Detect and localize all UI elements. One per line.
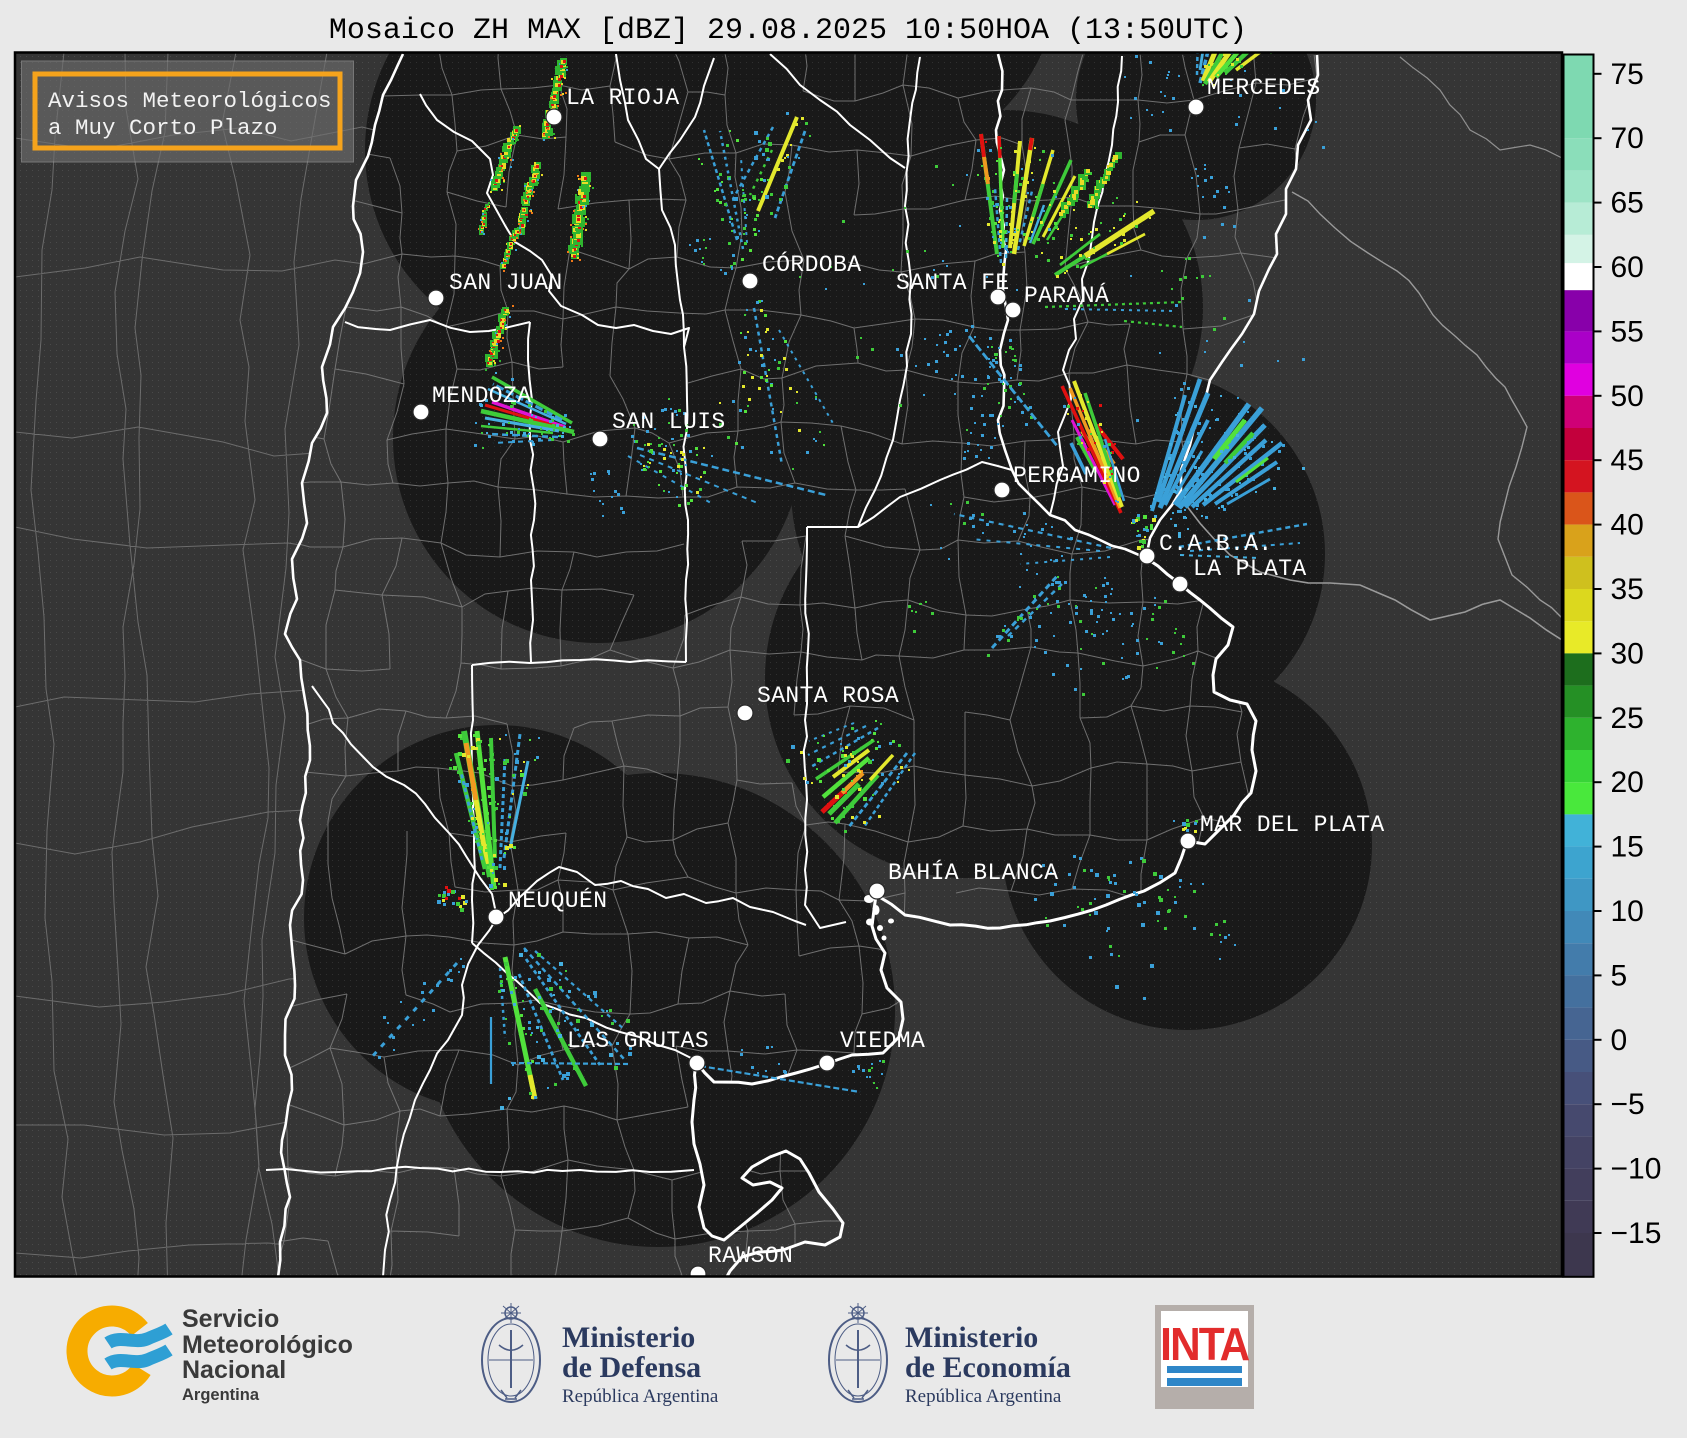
svg-text:50: 50 xyxy=(1611,380,1644,413)
svg-text:NEUQUÉN: NEUQUÉN xyxy=(508,887,607,914)
svg-text:Avisos Meteorológicos: Avisos Meteorológicos xyxy=(48,88,332,114)
svg-text:10: 10 xyxy=(1611,895,1644,928)
svg-text:SANTA ROSA: SANTA ROSA xyxy=(757,683,899,709)
svg-text:20: 20 xyxy=(1611,766,1644,799)
svg-text:República Argentina: República Argentina xyxy=(905,1386,1062,1407)
svg-text:MERCEDES: MERCEDES xyxy=(1207,75,1321,101)
svg-text:65: 65 xyxy=(1611,187,1644,220)
svg-text:0: 0 xyxy=(1611,1024,1628,1057)
svg-text:60: 60 xyxy=(1611,251,1644,284)
svg-text:70: 70 xyxy=(1611,122,1644,155)
svg-text:15: 15 xyxy=(1611,831,1644,864)
svg-text:SANTA FE: SANTA FE xyxy=(896,270,1010,296)
svg-text:PERGAMINO: PERGAMINO xyxy=(1013,463,1141,489)
svg-text:55: 55 xyxy=(1611,315,1644,348)
svg-text:75: 75 xyxy=(1611,58,1644,91)
svg-text:Servicio: Servicio xyxy=(182,1305,279,1333)
svg-text:5: 5 xyxy=(1611,959,1628,992)
svg-text:−15: −15 xyxy=(1611,1217,1662,1250)
svg-text:MAR DEL PLATA: MAR DEL PLATA xyxy=(1200,812,1385,838)
svg-text:C.A.B.A.: C.A.B.A. xyxy=(1159,531,1273,557)
svg-text:de Economía: de Economía xyxy=(905,1351,1071,1384)
svg-text:35: 35 xyxy=(1611,573,1644,606)
svg-text:SAN LUIS: SAN LUIS xyxy=(612,409,726,435)
svg-text:LA RIOJA: LA RIOJA xyxy=(566,85,680,111)
svg-text:25: 25 xyxy=(1611,702,1644,735)
svg-text:−5: −5 xyxy=(1611,1088,1645,1121)
svg-text:CÓRDOBA: CÓRDOBA xyxy=(762,250,861,278)
svg-text:Ministerio: Ministerio xyxy=(905,1321,1038,1354)
svg-text:LA PLATA: LA PLATA xyxy=(1193,556,1307,582)
svg-text:MENDOZA: MENDOZA xyxy=(432,383,531,409)
svg-text:30: 30 xyxy=(1611,637,1644,670)
svg-text:a Muy Corto Plazo: a Muy Corto Plazo xyxy=(48,115,278,141)
svg-text:45: 45 xyxy=(1611,444,1644,477)
svg-text:Meteorológico: Meteorológico xyxy=(182,1331,353,1359)
svg-text:República Argentina: República Argentina xyxy=(562,1386,719,1407)
svg-text:Ministerio: Ministerio xyxy=(562,1321,695,1354)
svg-text:Mosaico ZH MAX [dBZ] 29.08.202: Mosaico ZH MAX [dBZ] 29.08.2025 10:50HOA… xyxy=(329,14,1247,48)
svg-text:Argentina: Argentina xyxy=(182,1386,260,1404)
svg-text:de Defensa: de Defensa xyxy=(562,1351,701,1384)
svg-text:RAWSON: RAWSON xyxy=(708,1243,793,1269)
svg-text:Nacional: Nacional xyxy=(182,1356,286,1384)
svg-text:INTA: INTA xyxy=(1160,1319,1249,1370)
svg-text:−10: −10 xyxy=(1611,1153,1662,1186)
svg-text:VIEDMA: VIEDMA xyxy=(840,1028,925,1054)
svg-text:LAS GRUTAS: LAS GRUTAS xyxy=(567,1028,709,1054)
svg-text:SAN JUAN: SAN JUAN xyxy=(449,270,563,296)
svg-text:BAHÍA BLANCA: BAHÍA BLANCA xyxy=(888,859,1058,886)
svg-text:PARANÁ: PARANÁ xyxy=(1024,282,1109,309)
svg-text:40: 40 xyxy=(1611,509,1644,542)
